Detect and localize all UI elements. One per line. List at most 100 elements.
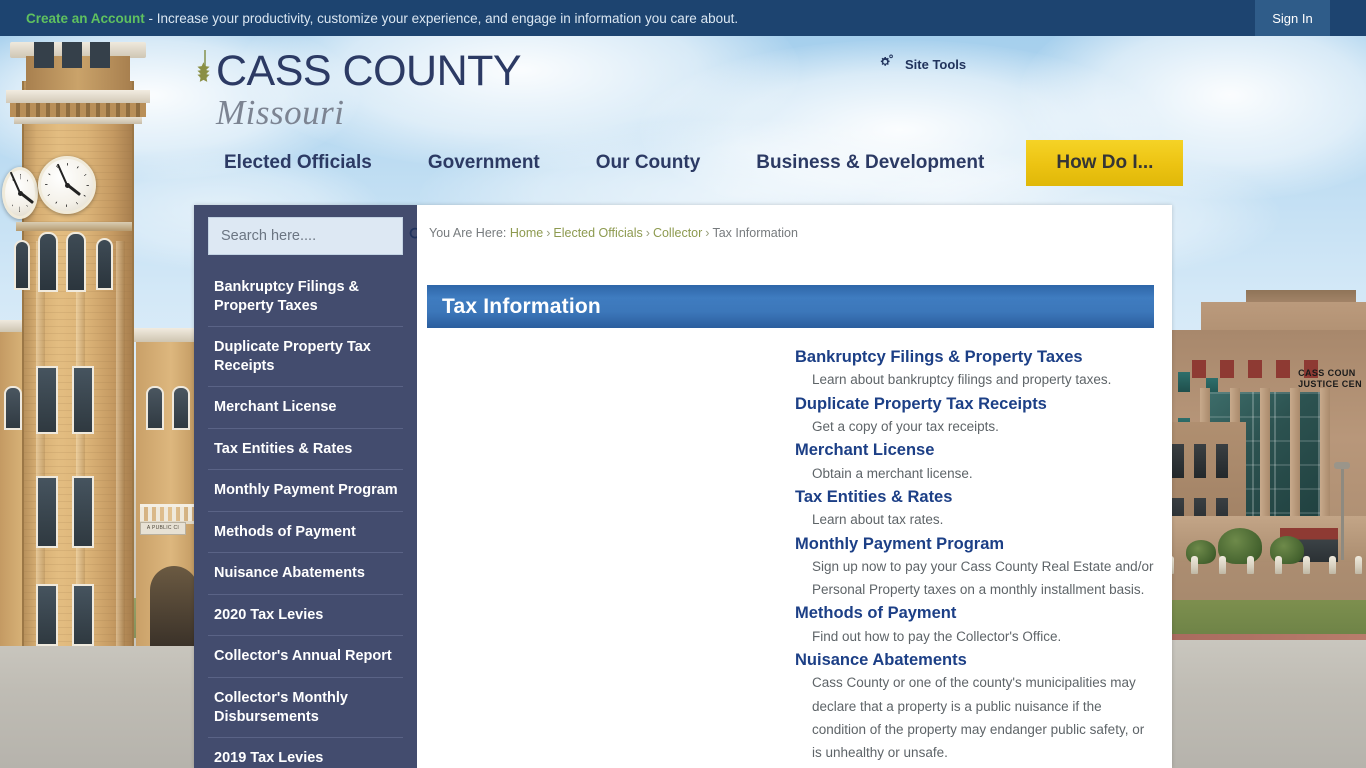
breadcrumb-item-collector[interactable]: Collector (653, 226, 702, 240)
account-promo-message: - Increase your productivity, customize … (144, 10, 739, 26)
facade-column (1290, 388, 1300, 520)
nav-item-government[interactable]: Government (400, 140, 568, 186)
logo-text: CASS COUNTY Missouri (216, 50, 522, 132)
logo-subtitle: Missouri (216, 93, 345, 132)
create-account-link[interactable]: Create an Account (26, 11, 145, 26)
top-utility-bar: Create an Account - Increase your produc… (0, 0, 1366, 36)
sidebar-item-collectors-monthly-disbursements[interactable]: Collector's Monthly Disbursements (208, 678, 403, 739)
list-item: Nuisance Abatements Cass County or one o… (795, 649, 1154, 764)
bollard (1275, 556, 1282, 574)
courthouse-entry-arch (150, 566, 198, 646)
tower-arch-window (96, 238, 113, 290)
link-merchant-license[interactable]: Merchant License (795, 439, 934, 462)
link-monthly-payment-program[interactable]: Monthly Payment Program (795, 533, 1004, 556)
sidebar-item-monthly-payment-program[interactable]: Monthly Payment Program (208, 470, 403, 512)
sidebar-item-bankruptcy-filings[interactable]: Bankruptcy Filings & Property Taxes (208, 267, 403, 328)
facade-window (1216, 444, 1228, 478)
search-input[interactable] (221, 228, 408, 244)
nav-item-our-county[interactable]: Our County (568, 140, 729, 186)
breadcrumb-separator: › (546, 226, 551, 240)
sidebar-item-nuisance-abatements[interactable]: Nuisance Abatements (208, 553, 403, 595)
facade-accent-panel (1220, 360, 1234, 378)
sidebar-item-duplicate-receipts[interactable]: Duplicate Property Tax Receipts (208, 327, 403, 388)
sidebar-search[interactable] (208, 217, 424, 255)
tower-arch-window (14, 240, 30, 290)
facade-accent-panel (1276, 360, 1290, 378)
tower-arch-window (66, 232, 86, 292)
sidebar-item-2019-tax-levies[interactable]: 2019 Tax Levies (208, 738, 403, 768)
courthouse-plaque: A PUBLIC CI (140, 522, 186, 535)
tower-cornice (6, 90, 150, 103)
link-description: Learn about tax rates. (812, 512, 944, 528)
belfry-opening (34, 42, 54, 68)
site-logo[interactable]: CASS COUNTY Missouri (196, 50, 522, 132)
tower-window (72, 584, 94, 646)
site-tools-button[interactable]: Site Tools (878, 52, 966, 76)
nav-item-elected-officials[interactable]: Elected Officials (196, 140, 400, 186)
sidebar-item-merchant-license[interactable]: Merchant License (208, 387, 403, 429)
facade-window (1172, 444, 1184, 478)
list-item: Bankruptcy Filings & Property Taxes Lear… (795, 346, 1154, 392)
justice-center-sign-line1: CASS COUN (1298, 368, 1356, 378)
content-card: Bankruptcy Filings & Property Taxes Dupl… (194, 205, 1172, 768)
bollard (1247, 556, 1254, 574)
list-item: Merchant License Obtain a merchant licen… (795, 439, 1154, 485)
nav-item-how-do-i[interactable]: How Do I... (1026, 140, 1184, 186)
list-item: Duplicate Property Tax Receipts Get a co… (795, 393, 1154, 439)
main-content: You Are Here: Home › Elected Officials › Col… (417, 205, 1172, 768)
courthouse-clock-tower: A PUBLIC CI (0, 36, 210, 646)
belfry-opening (62, 42, 82, 68)
link-description: Sign up now to pay your Cass County Real… (812, 558, 1154, 598)
gear-icon (878, 52, 897, 76)
courthouse-arch-window (146, 386, 164, 430)
breadcrumb-item-current: Tax Information (712, 226, 798, 240)
sign-in-button[interactable]: Sign In (1255, 0, 1330, 36)
sidebar-item-tax-entities-rates[interactable]: Tax Entities & Rates (208, 429, 403, 471)
facade-window (1178, 372, 1190, 392)
courthouse-arch-window (4, 386, 22, 430)
page-title-banner: Tax Information (427, 285, 1154, 328)
lamp-head (1334, 462, 1350, 469)
facade-accent-panel (1248, 360, 1262, 378)
tower-window (36, 476, 58, 548)
list-item: Methods of Payment Find out how to pay t… (795, 602, 1154, 648)
lamp-post (1341, 468, 1344, 560)
list-item: Monthly Payment Program Sign up now to p… (795, 533, 1154, 602)
bollard (1329, 556, 1336, 574)
breadcrumb-item-elected-officials[interactable]: Elected Officials (553, 226, 642, 240)
link-nuisance-abatements[interactable]: Nuisance Abatements (795, 649, 967, 672)
link-description: Get a copy of your tax receipts. (812, 419, 999, 435)
site-tools-label: Site Tools (905, 56, 967, 72)
facade-window (1194, 444, 1206, 478)
tower-pilaster (116, 241, 125, 646)
facade-accent-panel (1192, 360, 1206, 378)
justice-center-sign-line2: JUSTICE CEN (1298, 379, 1362, 389)
clock-center-pin (17, 190, 23, 196)
main-navigation: Elected Officials Government Our County … (196, 140, 1184, 186)
sidebar-item-methods-of-payment[interactable]: Methods of Payment (208, 512, 403, 554)
breadcrumb-separator: › (645, 226, 650, 240)
facade-column (1260, 388, 1270, 520)
breadcrumb-item-home[interactable]: Home (510, 226, 543, 240)
clock-center-pin (64, 182, 70, 188)
tower-cornice (14, 117, 142, 124)
tower-window (72, 366, 94, 434)
tower-window (72, 476, 94, 548)
breadcrumb: You Are Here: Home › Elected Officials › Col… (417, 205, 1172, 240)
breadcrumb-separator: › (705, 226, 710, 240)
link-description: Obtain a merchant license. (812, 465, 973, 481)
facade-column (1320, 388, 1330, 520)
belfry-opening (90, 42, 110, 68)
link-duplicate-receipts[interactable]: Duplicate Property Tax Receipts (795, 393, 1047, 416)
link-bankruptcy-filings[interactable]: Bankruptcy Filings & Property Taxes (795, 346, 1083, 369)
link-methods-of-payment[interactable]: Methods of Payment (795, 602, 956, 625)
link-tax-entities-rates[interactable]: Tax Entities & Rates (795, 486, 952, 509)
nav-item-business-development[interactable]: Business & Development (728, 140, 1012, 186)
courthouse-arch-window (172, 386, 190, 430)
account-promo-text: Create an Account - Increase your produc… (26, 11, 738, 26)
justice-center-building: CASS COUN JUSTICE CEN (1164, 290, 1366, 660)
link-description: Learn about bankruptcy filings and prope… (812, 372, 1112, 388)
clock-face-front (38, 156, 96, 214)
sidebar-item-collectors-annual-report[interactable]: Collector's Annual Report (208, 636, 403, 679)
sidebar-item-2020-tax-levies[interactable]: 2020 Tax Levies (208, 595, 403, 637)
